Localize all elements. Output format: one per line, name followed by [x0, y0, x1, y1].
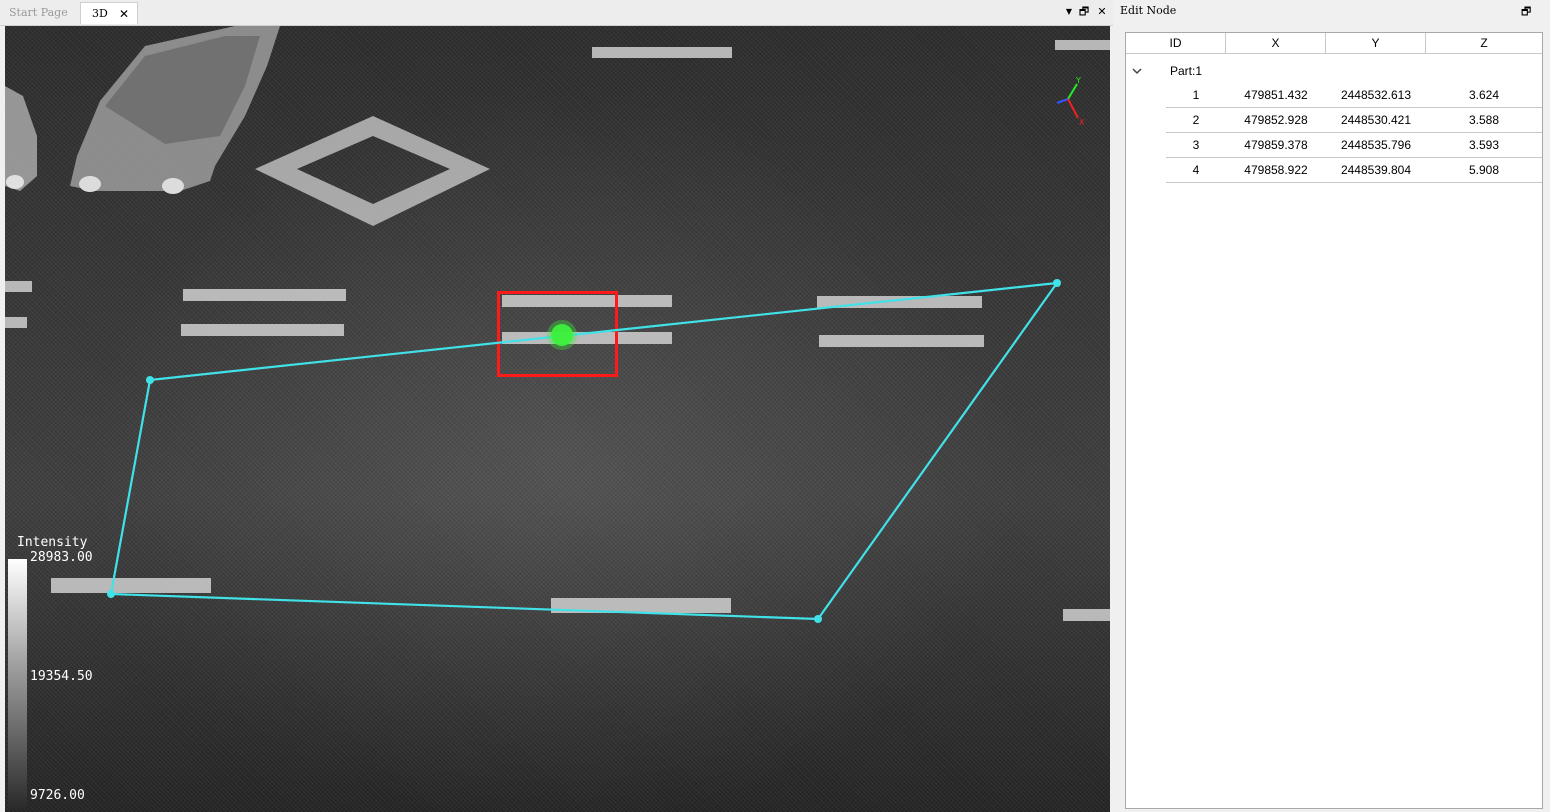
cell-y: 2448535.796 — [1340, 138, 1412, 152]
parked-car — [70, 26, 280, 194]
column-header-y[interactable]: Y — [1326, 33, 1426, 54]
polygon-node-3[interactable] — [814, 615, 822, 623]
cell-z: 5.908 — [1468, 163, 1500, 177]
tab-3d-label: 3D — [92, 7, 108, 20]
table-row[interactable]: 4 479858.922 2448539.804 5.908 — [1166, 158, 1542, 183]
part-label: Part:1 — [1170, 64, 1203, 78]
cell-id: 4 — [1192, 163, 1200, 177]
dropdown-menu-icon[interactable]: ▼ — [1062, 5, 1076, 19]
legend-max-value: 28983.00 — [30, 550, 93, 565]
panel-restore-icon[interactable]: 🗗 — [1521, 3, 1531, 22]
cell-id: 3 — [1192, 138, 1200, 152]
column-header-x[interactable]: X — [1226, 33, 1326, 54]
intensity-color-bar — [8, 559, 27, 809]
cell-x: 479851.432 — [1244, 88, 1308, 102]
cell-z: 3.593 — [1468, 138, 1500, 152]
cell-z: 3.624 — [1468, 88, 1500, 102]
column-header-z[interactable]: Z — [1426, 33, 1542, 54]
cell-y: 2448532.613 — [1340, 88, 1412, 102]
picked-point[interactable] — [547, 320, 577, 350]
axis-gizmo: Y X — [1056, 76, 1085, 127]
panel-title: Edit Node — [1120, 4, 1177, 17]
part-row[interactable]: Part:1 — [1126, 59, 1542, 83]
axis-x-label: X — [1079, 118, 1085, 127]
cell-y: 2448539.804 — [1340, 163, 1412, 177]
column-header-id[interactable]: ID — [1126, 33, 1226, 54]
parked-car-left — [5, 86, 37, 191]
node-tree-table[interactable]: ID X Y Z Part:1 1 479851.432 2448532.613… — [1125, 32, 1543, 809]
table-row[interactable]: 2 479852.928 2448530.421 3.588 — [1166, 108, 1542, 133]
tab-start-page[interactable]: Start Page — [4, 2, 76, 24]
table-header: ID X Y Z — [1126, 33, 1542, 55]
diamond-road-marking — [255, 116, 490, 226]
tab-3d[interactable]: 3D ✕ — [80, 2, 138, 24]
edit-node-panel: Edit Node 🗗 ID X Y Z Part:1 1 479851.432… — [1113, 0, 1550, 812]
3d-point-cloud-viewport[interactable]: Y X Intensity 28983.00 19354.50 9726.00 — [5, 26, 1110, 812]
cell-id: 2 — [1192, 113, 1200, 127]
chevron-down-icon[interactable] — [1130, 59, 1144, 83]
cell-x: 479859.378 — [1244, 138, 1308, 152]
tab-strip: Start Page 3D ✕ ▼ 🗗 ✕ — [0, 0, 1113, 26]
cell-id: 1 — [1192, 88, 1200, 102]
table-row[interactable]: 1 479851.432 2448532.613 3.624 — [1166, 83, 1542, 108]
document-area: Start Page 3D ✕ ▼ 🗗 ✕ Y X Intensity 2898… — [0, 0, 1113, 812]
tab-close-icon[interactable]: ✕ — [119, 3, 129, 25]
cell-z: 3.588 — [1468, 113, 1500, 127]
cell-y: 2448530.421 — [1340, 113, 1412, 127]
tab-start-page-label: Start Page — [9, 6, 68, 19]
legend-title: Intensity — [17, 535, 88, 550]
axis-y-label: Y — [1075, 76, 1081, 85]
close-window-icon[interactable]: ✕ — [1095, 5, 1109, 19]
point-cloud-scene: Y X — [5, 26, 1110, 623]
polygon-node-2[interactable] — [1053, 279, 1061, 287]
cell-x: 479858.922 — [1244, 163, 1308, 177]
table-row[interactable]: 3 479859.378 2448535.796 3.593 — [1166, 133, 1542, 158]
legend-mid-value: 19354.50 — [30, 669, 93, 684]
legend-min-value: 9726.00 — [30, 788, 85, 803]
restore-window-icon[interactable]: 🗗 — [1077, 5, 1091, 19]
polygon-node-1[interactable] — [146, 376, 154, 384]
cell-x: 479852.928 — [1244, 113, 1308, 127]
polygon-node-4[interactable] — [107, 590, 115, 598]
